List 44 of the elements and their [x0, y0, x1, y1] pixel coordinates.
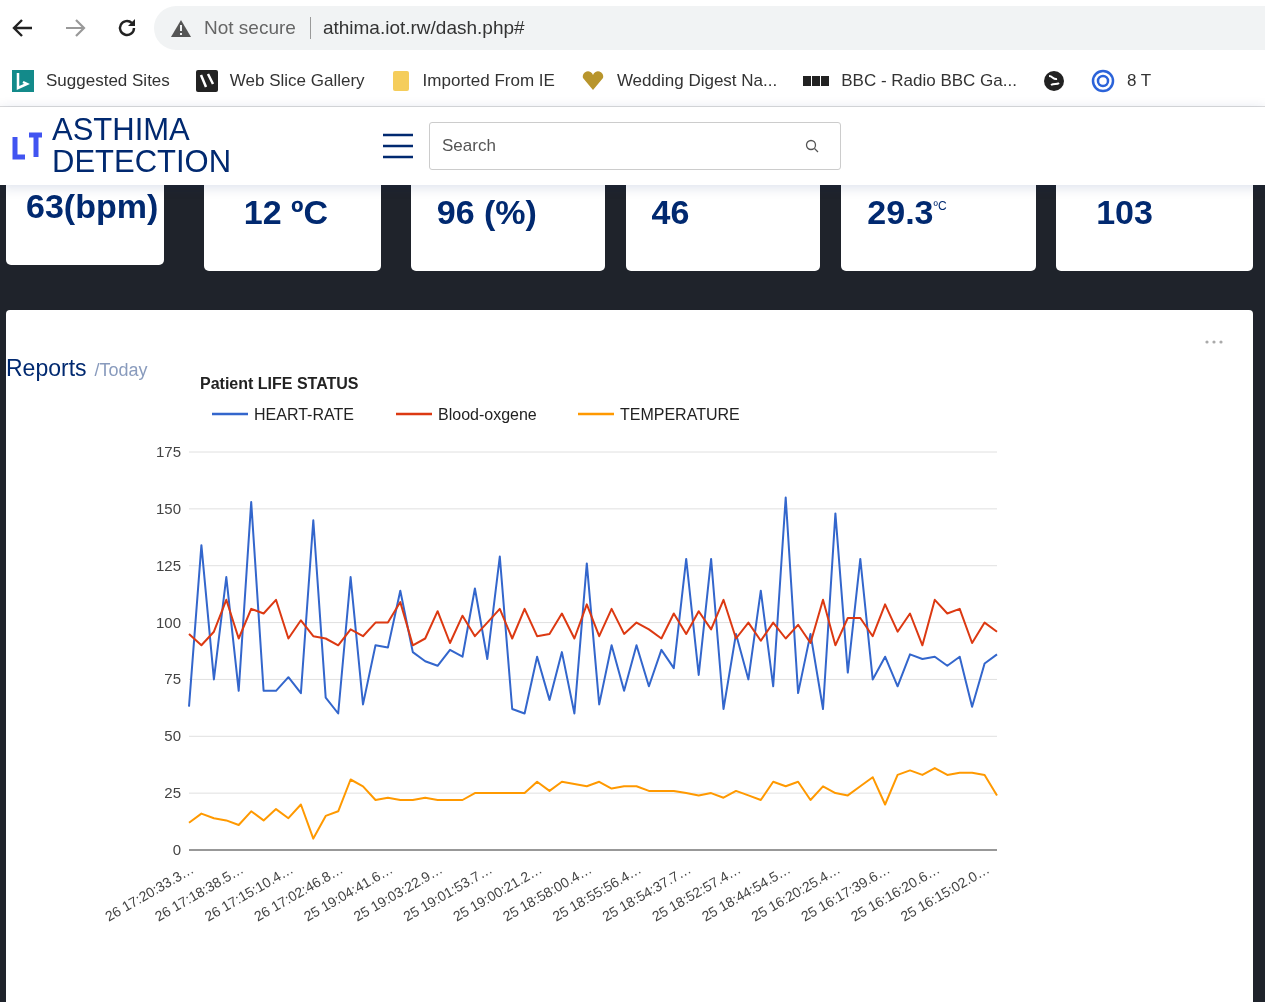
y-tick-label: 0 [172, 841, 181, 858]
metric-value: 103 [1096, 193, 1153, 232]
search-field[interactable]: Search [429, 122, 841, 170]
y-tick-label: 100 [155, 613, 181, 631]
y-tick-label: 175 [155, 443, 181, 460]
brand-name: DETECTION [52, 146, 232, 178]
y-tick-label: 125 [155, 556, 181, 574]
bookmark-link[interactable]: 8 T [1126, 71, 1152, 91]
brand-name: ASTHIMA [52, 114, 191, 146]
url-text: athima.iot.rw/dash.php# [322, 17, 525, 39]
forward-icon[interactable] [64, 18, 86, 38]
chart-title: Patient LIFE STATUS [200, 375, 359, 392]
back-icon[interactable] [12, 18, 34, 38]
y-tick-label: 25 [164, 784, 181, 802]
legend-label: HEART-RATE [254, 406, 354, 423]
bookmark-link[interactable]: BBC - Radio BBC Ga... [841, 71, 1017, 91]
y-tick-label: 75 [164, 670, 181, 688]
metric-value: 29.3$^{ºC}$ [867, 193, 947, 232]
y-tick-label: 150 [155, 499, 181, 517]
metric-value: 12 ºC [243, 193, 329, 232]
heart-icon[interactable] [580, 71, 605, 91]
reports-title: Reports [6, 355, 87, 382]
legend-label: Blood-oxgene [438, 406, 537, 423]
slice-icon[interactable] [195, 70, 218, 92]
period-label: /Today [94, 360, 148, 382]
legend-label: TEMPERATURE [620, 406, 740, 423]
bookmark-link[interactable]: Wedding Digest Na... [616, 71, 778, 91]
blocks-icon[interactable] [803, 75, 830, 87]
security-label: Not secure [204, 17, 311, 39]
y-tick-label: 50 [164, 727, 181, 745]
bing-icon[interactable] [12, 70, 34, 92]
menu-icon[interactable] [382, 133, 414, 159]
globe-icon[interactable] [1042, 70, 1065, 92]
metric-value: 63(bpm) [26, 187, 159, 226]
ring-icon[interactable] [1090, 69, 1115, 93]
search-icon[interactable] [805, 139, 819, 153]
metric-value: 96 (%) [436, 193, 537, 232]
warning-icon [170, 18, 192, 38]
reload-icon[interactable] [116, 17, 138, 39]
metric-value: 46 [651, 193, 690, 232]
bookmark-link[interactable]: Web Slice Gallery [229, 71, 365, 91]
bookmark-link[interactable]: Suggested Sites [46, 71, 170, 91]
bookmark-link[interactable]: Imported From IE [422, 71, 555, 91]
address-bar[interactable]: Not secure athima.iot.rw/dash.php# [154, 6, 1265, 50]
